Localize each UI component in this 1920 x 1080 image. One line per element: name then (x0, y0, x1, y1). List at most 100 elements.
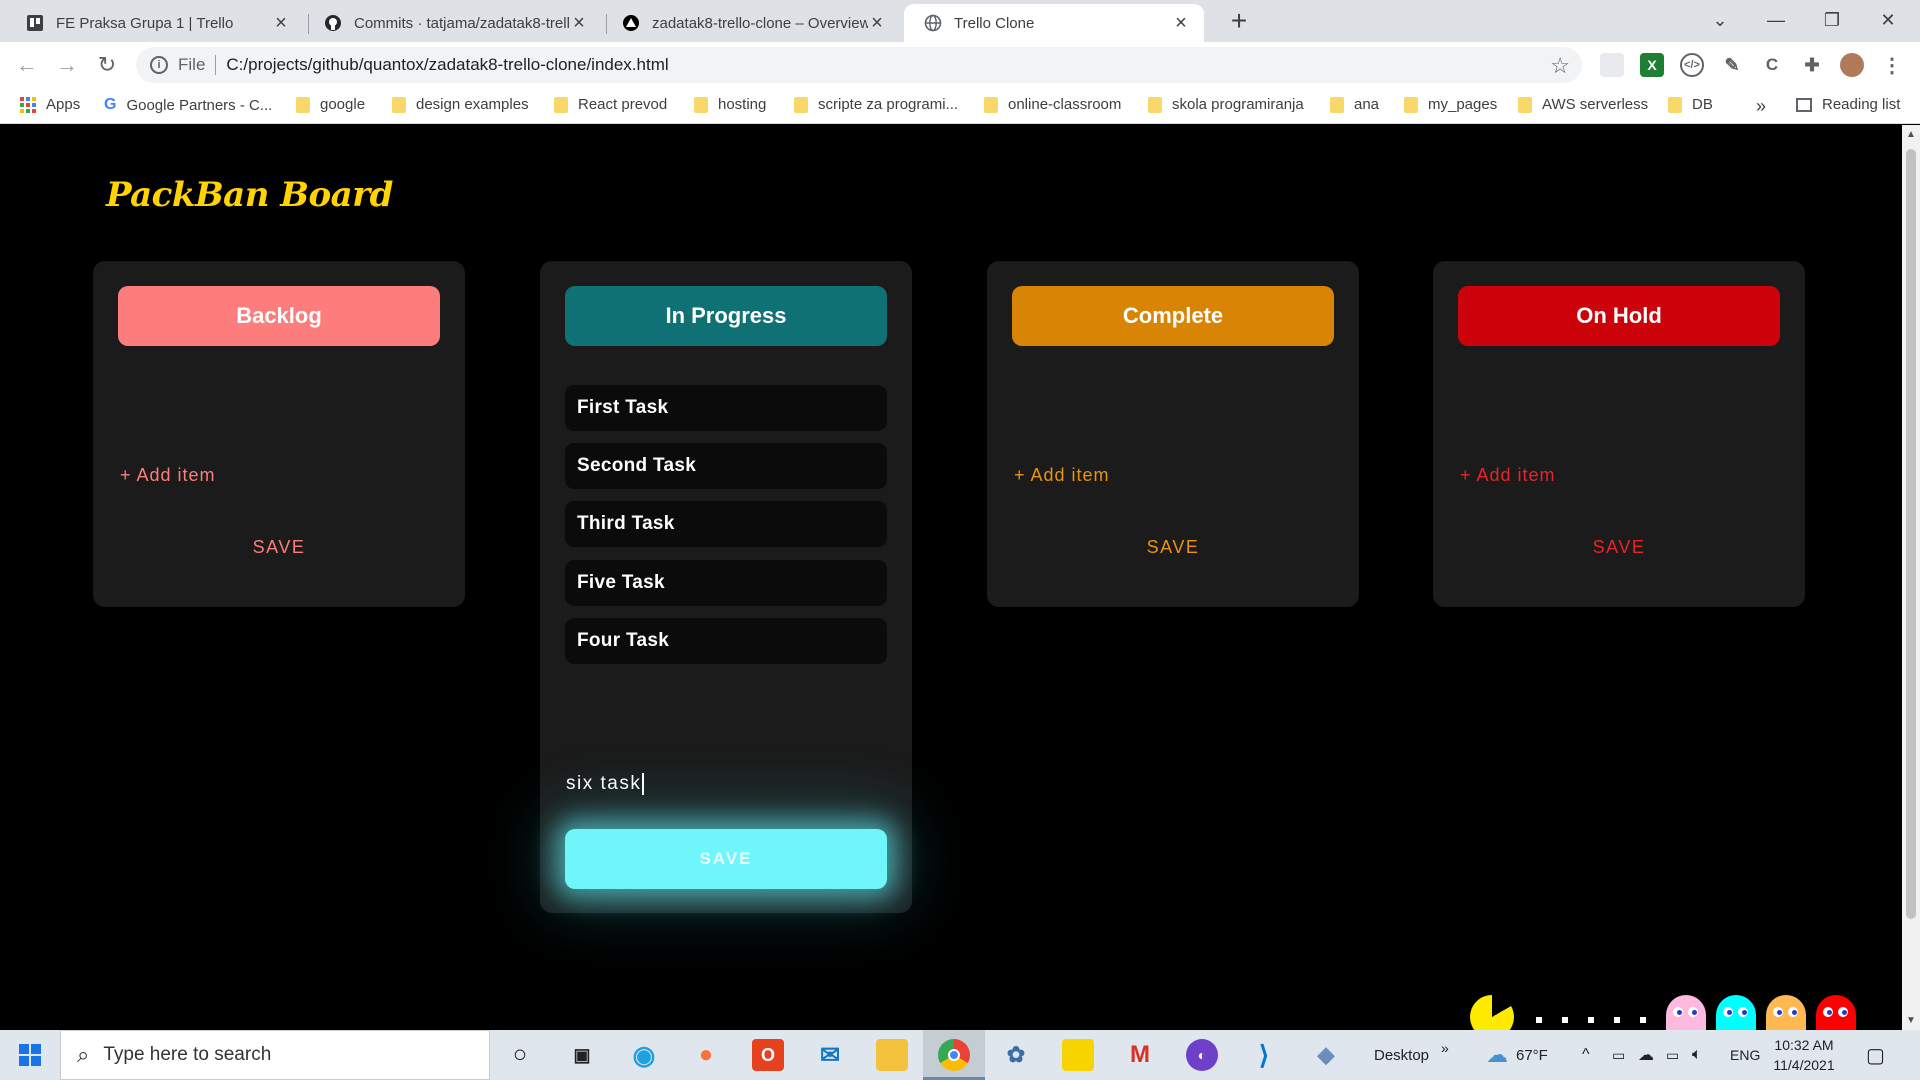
save-button[interactable]: SAVE (1012, 527, 1334, 567)
file-explorer-icon[interactable] (876, 1039, 908, 1071)
scrollbar-thumb[interactable] (1906, 149, 1916, 919)
save-button[interactable]: SAVE (1458, 527, 1780, 567)
bookmark-folder[interactable]: google (296, 96, 365, 113)
bookmark-folder[interactable]: skola programiranja (1148, 96, 1304, 113)
tab-trello-board[interactable]: FE Praksa Grupa 1 | Trello × (6, 4, 304, 42)
bookmark-folder[interactable]: my_pages (1404, 96, 1497, 113)
back-icon[interactable]: ← (12, 50, 42, 80)
restore-icon[interactable]: ❐ (1804, 0, 1860, 40)
desktop-toolbar[interactable]: Desktop » (1374, 1030, 1449, 1080)
browser-tab-strip: FE Praksa Grupa 1 | Trello × Commits · t… (0, 0, 1920, 42)
eyedropper-icon[interactable]: ✎ (1720, 53, 1744, 77)
taskbar-search-input[interactable]: ⌕ Type here to search (60, 1030, 490, 1080)
new-tab-icon[interactable]: + (1222, 4, 1256, 38)
weather-widget[interactable]: ☁ 67°F (1486, 1030, 1548, 1080)
more-menu-icon[interactable]: ⋮ (1880, 53, 1904, 77)
tab-github-commits[interactable]: Commits · tatjama/zadatak8-trell × (304, 4, 602, 42)
taskbar-clock[interactable]: 10:32 AM 11/4/2021 (1766, 1035, 1842, 1075)
git-client-icon[interactable]: ◆ (1310, 1039, 1342, 1071)
task-card[interactable]: Four Task (565, 618, 887, 664)
forward-icon[interactable]: → (52, 50, 82, 80)
column-header: Backlog (118, 286, 440, 346)
bookmark-label: hosting (718, 96, 767, 113)
excel-icon[interactable]: X (1640, 53, 1664, 77)
css-extension-icon[interactable]: C (1760, 53, 1784, 77)
add-item-button[interactable]: + Add item (120, 465, 216, 486)
code-extension-icon[interactable]: </> (1680, 53, 1704, 77)
bookmark-folder[interactable]: DB (1668, 96, 1713, 113)
vscode-icon[interactable]: ⟩ (1248, 1039, 1280, 1071)
onedrive-icon[interactable]: ☁ (1638, 1030, 1654, 1080)
github-icon (324, 14, 342, 32)
save-button[interactable]: SAVE (118, 527, 440, 567)
pacman-decoration (1470, 995, 1890, 1030)
close-icon[interactable]: × (1172, 12, 1190, 35)
add-item-button[interactable]: + Add item (1460, 465, 1556, 486)
bookmark-folder[interactable]: ana (1330, 96, 1379, 113)
office-icon[interactable]: O (752, 1039, 784, 1071)
task-card[interactable]: Second Task (565, 443, 887, 489)
windows-taskbar: ⌕ Type here to search ○ ▣ ◉ ● O ✉ ✿ M ◐ … (0, 1030, 1920, 1080)
notifications-icon[interactable]: ▢ (1866, 1030, 1885, 1080)
battery-icon[interactable]: ▭ (1666, 1030, 1679, 1080)
gmail-icon[interactable]: M (1124, 1039, 1156, 1071)
mail-icon[interactable]: ✉ (814, 1039, 846, 1071)
desktop-overflow-icon[interactable]: » (1441, 1040, 1449, 1056)
close-window-icon[interactable]: ✕ (1860, 0, 1916, 40)
bookmark-apps[interactable]: Apps (20, 96, 80, 113)
column-backlog: Backlog + Add item SAVE (93, 261, 465, 607)
bookmark-folder[interactable]: hosting (694, 96, 766, 113)
close-icon[interactable]: × (570, 12, 588, 35)
puzzle-icon[interactable]: ✚ (1800, 53, 1824, 77)
bookmark-folder[interactable]: scripte za programi... (794, 96, 958, 113)
bookmark-label: my_pages (1428, 96, 1498, 113)
task-view-icon[interactable]: ▣ (566, 1039, 598, 1071)
meet-now-icon[interactable]: ▭ (1612, 1030, 1625, 1080)
bookmark-folder[interactable]: AWS serverless (1518, 96, 1648, 113)
folder-icon (392, 96, 406, 113)
bookmark-google-partners[interactable]: G Google Partners - C... (104, 96, 272, 114)
scroll-up-icon[interactable]: ▲ (1906, 129, 1916, 140)
scroll-down-icon[interactable]: ▼ (1906, 1015, 1916, 1026)
github-desktop-icon[interactable]: ◐ (1186, 1039, 1218, 1071)
tab-trello-clone[interactable]: Trello Clone × (904, 4, 1204, 42)
tab-title: FE Praksa Grupa 1 | Trello (56, 14, 234, 32)
bookmark-folder[interactable]: design examples (392, 96, 529, 113)
cortana-icon[interactable]: ○ (504, 1039, 536, 1071)
minimize-icon[interactable]: — (1748, 0, 1804, 40)
task-card[interactable]: First Task (565, 385, 887, 431)
bookmark-star-icon[interactable]: ☆ (1550, 53, 1570, 79)
sticky-notes-icon[interactable] (1062, 1039, 1094, 1071)
reload-icon[interactable]: ↻ (92, 50, 122, 80)
tab-vercel-overview[interactable]: zadatak8-trello-clone – Overview × (602, 4, 900, 42)
save-button[interactable]: SAVE (565, 829, 887, 889)
new-task-input[interactable]: six task (566, 769, 886, 799)
weather-temperature: 67°F (1516, 1046, 1548, 1064)
extension-icon[interactable] (1600, 53, 1624, 77)
close-icon[interactable]: × (868, 12, 886, 35)
firefox-icon[interactable]: ● (690, 1039, 722, 1071)
address-url[interactable]: C:/projects/github/quantox/zadatak8-trel… (226, 55, 668, 75)
page-scrollbar[interactable]: ▲ ▼ (1902, 125, 1920, 1030)
volume-icon[interactable]: 🔈︎ (1692, 1030, 1702, 1080)
bookmark-folder[interactable]: React prevod (554, 96, 667, 113)
chrome-icon[interactable] (938, 1039, 970, 1071)
task-card[interactable]: Third Task (565, 501, 887, 547)
avatar[interactable] (1840, 53, 1864, 77)
task-card[interactable]: Five Task (565, 560, 887, 606)
show-hidden-icons-icon[interactable]: ^ (1582, 1030, 1590, 1080)
edge-icon[interactable]: ◉ (628, 1039, 660, 1071)
address-bar[interactable]: i File C:/projects/github/quantox/zadata… (136, 47, 1582, 83)
info-icon[interactable]: i (150, 56, 168, 74)
reading-list-button[interactable]: Reading list (1796, 96, 1900, 113)
bookmarks-overflow-icon[interactable]: » (1756, 96, 1766, 117)
pellet-icon (1614, 1017, 1620, 1023)
close-icon[interactable]: × (272, 12, 290, 35)
add-item-button[interactable]: + Add item (1014, 465, 1110, 486)
paint-icon[interactable]: ✿ (1000, 1039, 1032, 1071)
bookmark-label: skola programiranja (1172, 96, 1304, 113)
bookmark-folder[interactable]: online-classroom (984, 96, 1121, 113)
tab-search-icon[interactable]: ⌄ (1692, 0, 1748, 40)
windows-start-icon[interactable] (0, 1030, 60, 1080)
language-indicator[interactable]: ENG (1730, 1030, 1760, 1080)
